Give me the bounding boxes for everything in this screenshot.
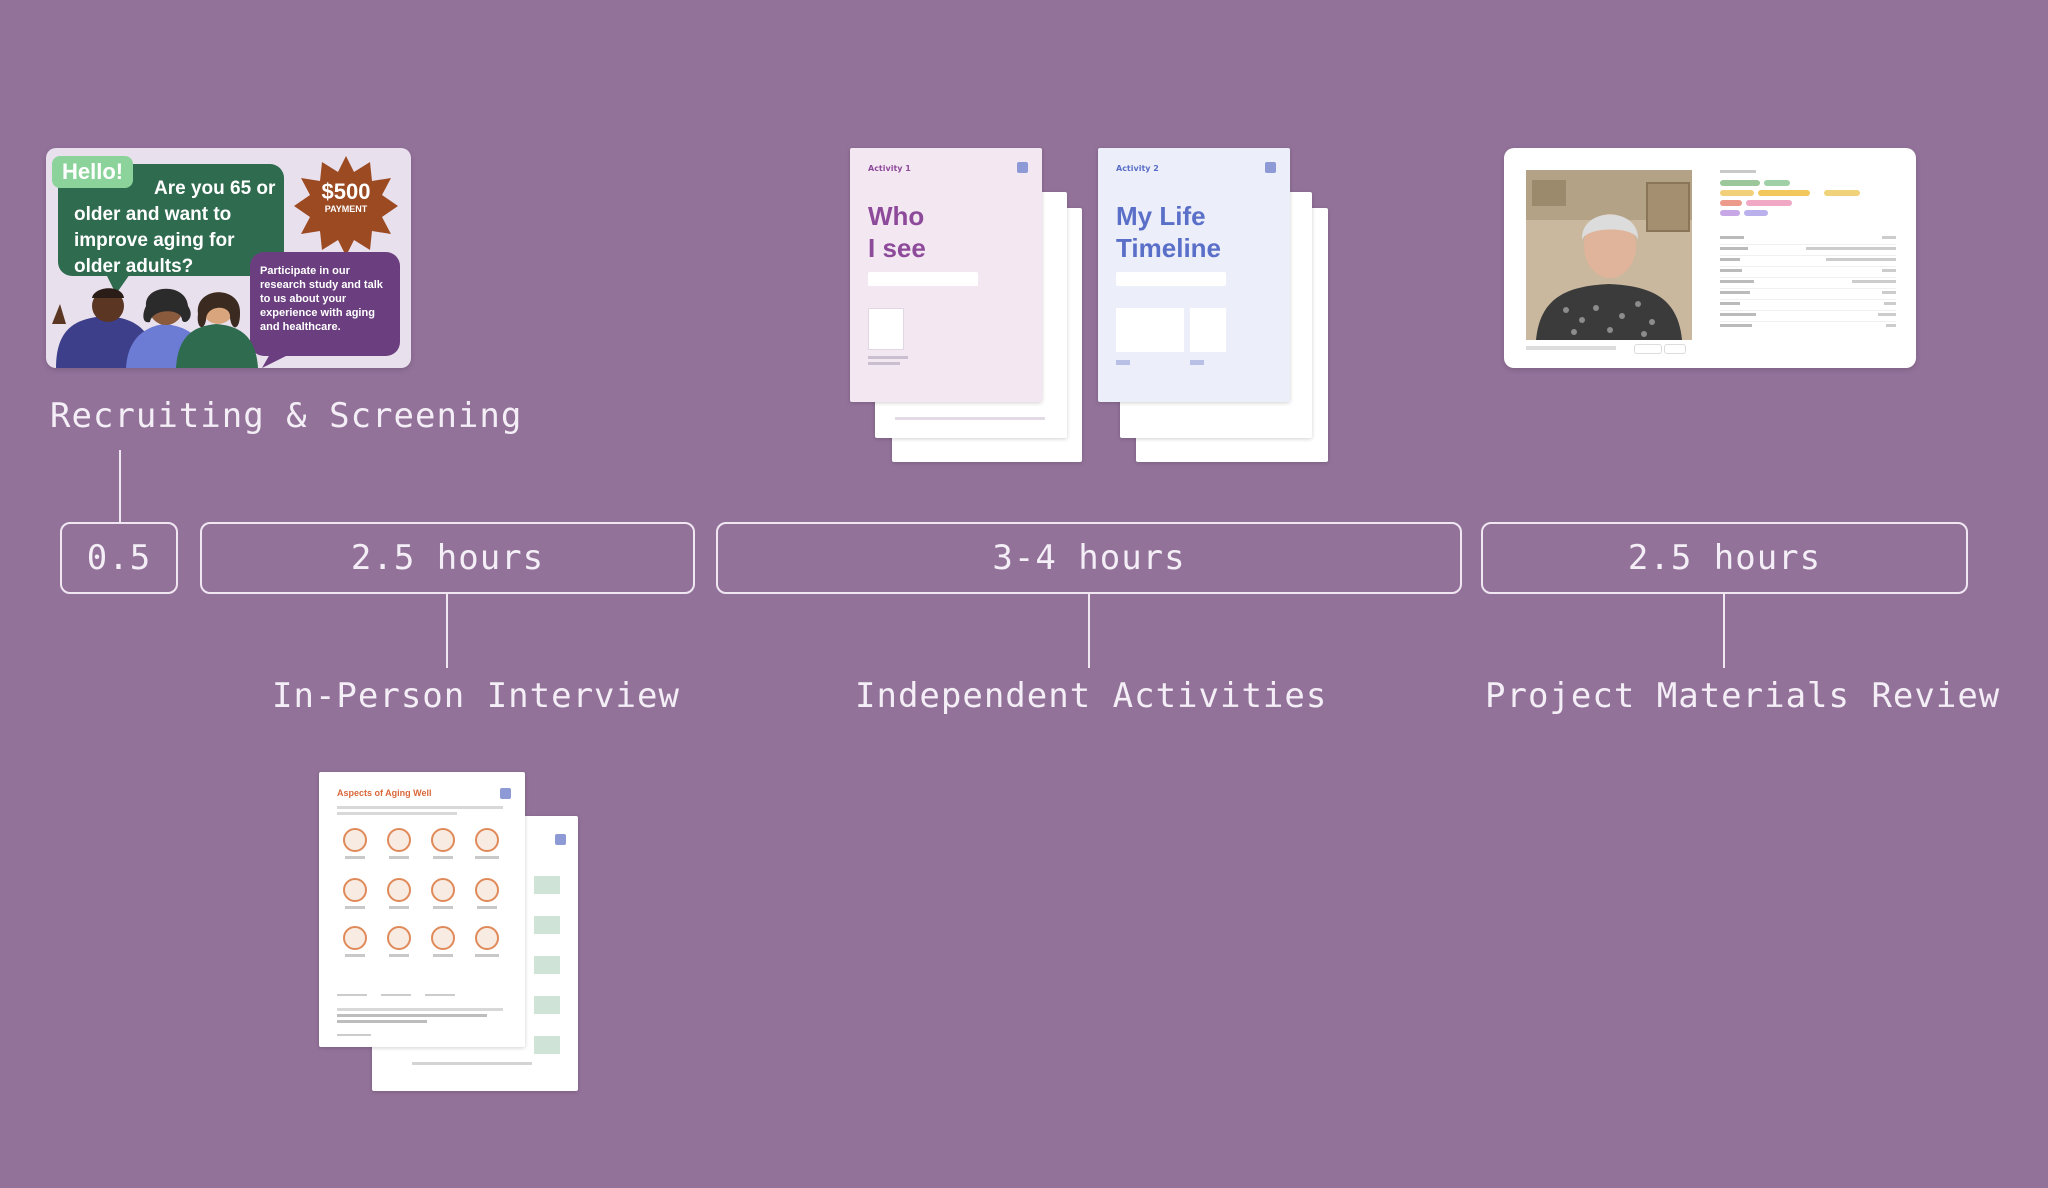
activity1-tag: Activity 1 [868, 164, 911, 173]
recruiting-connector [119, 450, 121, 522]
activity1-title-line2: I see [868, 233, 926, 263]
activities-label: Independent Activities [855, 676, 1328, 716]
interview-sheet-title: Aspects of Aging Well [337, 788, 432, 798]
interview-duration: 2.5 hours [350, 538, 545, 578]
activity2-thumbnail-2 [1190, 308, 1226, 352]
interview-label: In-Person Interview [272, 676, 680, 716]
activity2-title-line2: Timeline [1116, 233, 1222, 263]
activity1-logo-icon [1017, 162, 1028, 173]
activity2-title: My Life Timeline [1116, 200, 1221, 264]
activity1-sheet: Activity 1 Who I see [850, 148, 1042, 402]
review-label: Project Materials Review [1485, 676, 2001, 716]
participant-avatar [1536, 214, 1682, 340]
activities-duration-box: 3-4 hours [716, 522, 1462, 594]
recruiting-flyer: Are you 65 or older and want to improve … [46, 148, 411, 368]
activity2-sheet: Activity 2 My Life Timeline [1098, 148, 1290, 402]
activity1-thumbnail [868, 308, 904, 350]
activity2-name-field [1116, 272, 1226, 286]
activity2-title-line1: My Life [1116, 201, 1206, 231]
activity1-name-field [868, 272, 978, 286]
recruiting-label: Recruiting & Screening [50, 396, 523, 436]
video-call-card [1504, 148, 1916, 368]
review-duration-box: 2.5 hours [1481, 522, 1968, 594]
older-adults-illustration [52, 274, 290, 368]
activity1-title: Who I see [868, 200, 926, 264]
activities-duration: 3-4 hours [992, 538, 1186, 578]
review-duration: 2.5 hours [1627, 538, 1822, 578]
interview-sheet: Aspects of Aging Well [319, 772, 525, 1047]
activity2-tag: Activity 2 [1116, 164, 1159, 173]
recruiting-duration: 0.5 [86, 538, 152, 578]
participant-video [1526, 170, 1692, 340]
recruiting-duration-box: 0.5 [60, 522, 178, 594]
review-connector [1723, 594, 1725, 668]
aging-aspects-grid [343, 828, 499, 957]
interview-duration-box: 2.5 hours [200, 522, 695, 594]
interview-sheet-logo-icon [500, 788, 511, 799]
interview-connector [446, 594, 448, 668]
activities-connector [1088, 594, 1090, 668]
activity2-logo-icon [1265, 162, 1276, 173]
activity2-thumbnail-1 [1116, 308, 1184, 352]
activity1-title-line1: Who [868, 201, 925, 231]
